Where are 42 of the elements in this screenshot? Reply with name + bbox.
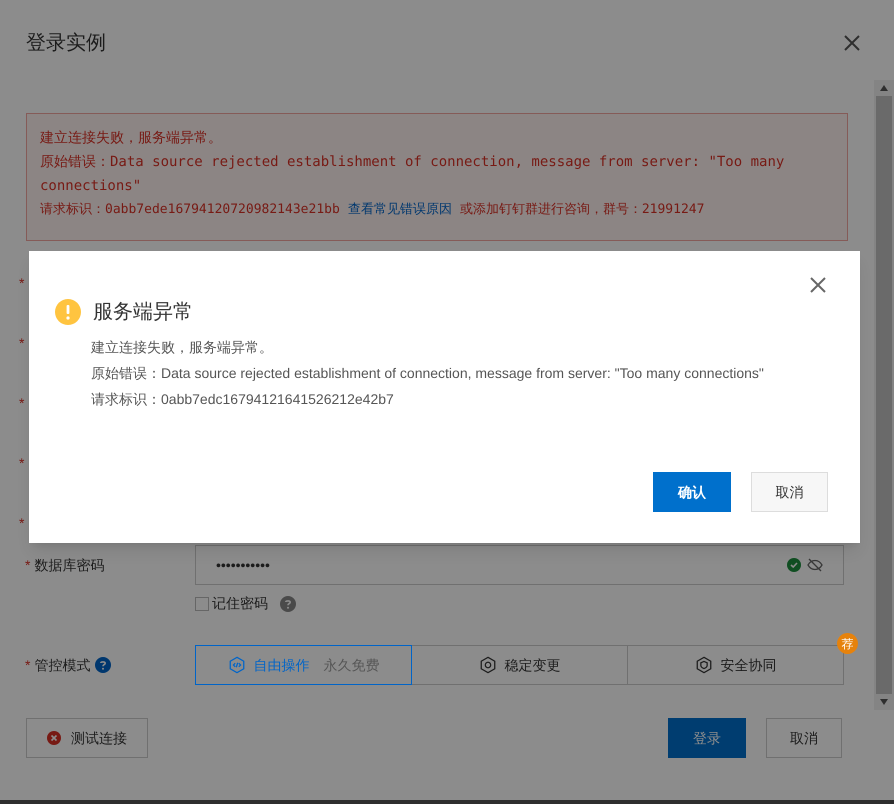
- field-label: 管控模式: [34, 656, 90, 674]
- modal-text: 原始错误：Data source rejected establishment of connection, message from server: "Too many connections": [91, 364, 765, 383]
- scroll-down-icon[interactable]: [880, 699, 888, 705]
- error-line: 建立连接失败，服务端异常。: [40, 129, 223, 148]
- scrollbar[interactable]: [874, 80, 894, 710]
- checkbox-label: 记住密码: [212, 594, 268, 613]
- checkbox[interactable]: [195, 596, 209, 610]
- error-line: 请求标识：0abb7ede16794120720982143e21bb: [40, 201, 340, 219]
- cancel-button[interactable]: 取消: [751, 472, 828, 512]
- scroll-up-icon[interactable]: [880, 85, 888, 91]
- eye-hidden-icon[interactable]: [807, 558, 823, 572]
- close-icon[interactable]: [842, 33, 862, 53]
- error-line: 原始错误：Data source rejected establishment of connection, message from server: "Too many connections": [40, 153, 786, 196]
- required-mark: *: [19, 335, 24, 351]
- help-icon[interactable]: [280, 596, 296, 612]
- required-mark: *: [25, 557, 30, 573]
- required-mark: *: [19, 515, 24, 531]
- recommend-badge: 荐: [837, 633, 858, 654]
- help-icon[interactable]: [95, 657, 112, 673]
- mode-option[interactable]: 稳定变更: [411, 645, 628, 685]
- confirm-button[interactable]: 确认: [653, 472, 731, 512]
- modal-title: 服务端异常: [93, 300, 193, 325]
- shield-icon: [694, 656, 712, 674]
- close-icon[interactable]: [808, 275, 828, 295]
- required-mark: *: [19, 455, 24, 471]
- required-mark: *: [19, 275, 24, 291]
- required-mark: *: [25, 656, 30, 674]
- error-line: 或添加钉钉群进行咨询，群号：21991247: [460, 201, 704, 219]
- password-field[interactable]: •••••••••••: [195, 545, 844, 585]
- field-label: 数据库密码: [34, 557, 104, 573]
- test-connection-button[interactable]: 测试连接: [26, 718, 148, 758]
- warning-icon: [55, 299, 81, 325]
- cancel-button[interactable]: 取消: [766, 718, 842, 758]
- gear-icon: [478, 656, 496, 674]
- error-icon: [47, 731, 61, 745]
- login-button[interactable]: 登录: [668, 718, 746, 758]
- dialog-title: 登录实例: [26, 31, 106, 56]
- required-mark: *: [19, 395, 24, 411]
- help-link[interactable]: 查看常见错误原因: [348, 198, 452, 222]
- modal-text: 建立连接失败，服务端异常。: [91, 338, 274, 357]
- modal-text: 请求标识：0abb7edc16794121641526212e42b7: [91, 390, 395, 409]
- code-icon: [228, 656, 246, 674]
